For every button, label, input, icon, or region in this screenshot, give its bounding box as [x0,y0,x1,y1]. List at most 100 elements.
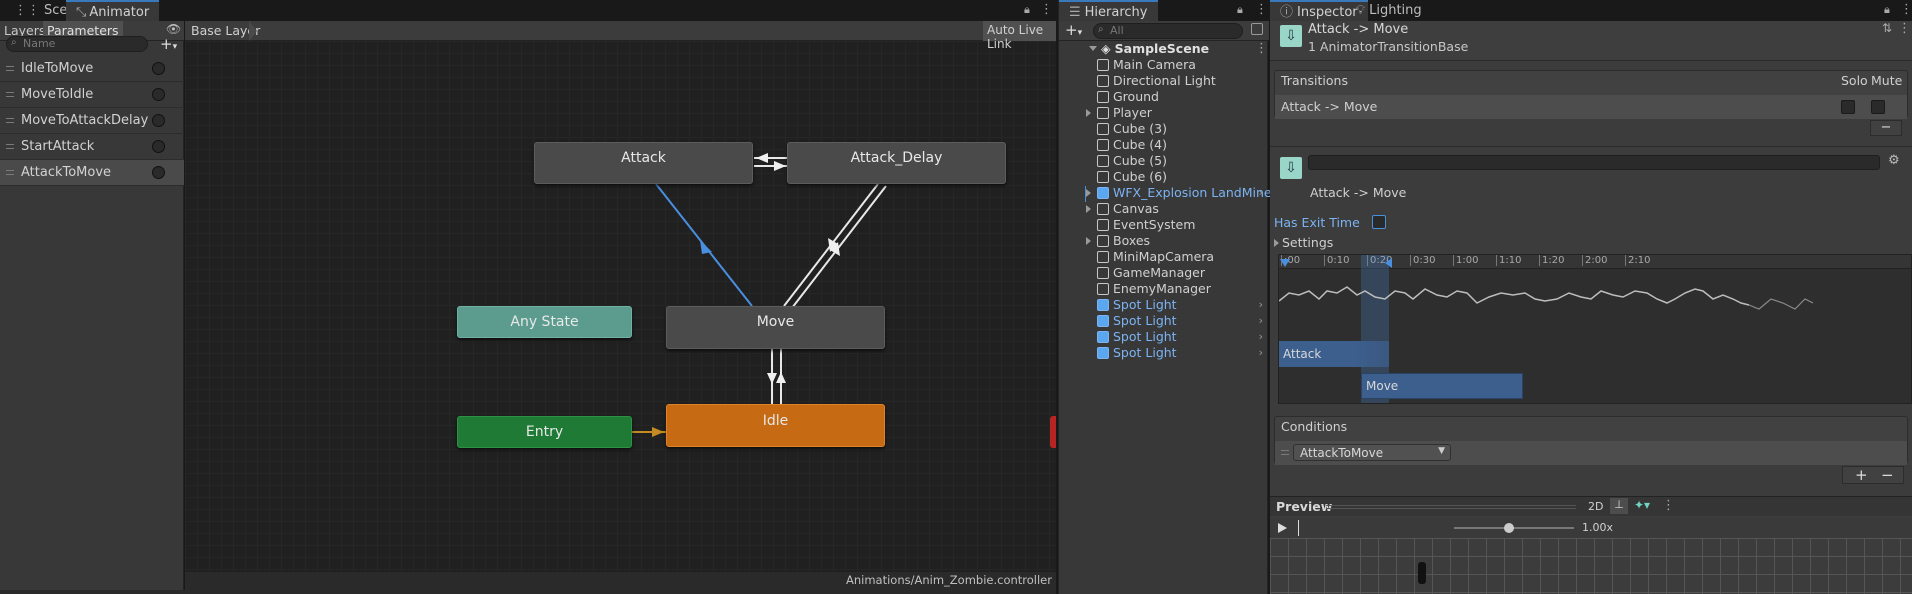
gameobject-icon [1097,91,1109,103]
hierarchy-item-label: Spot Light [1113,297,1177,312]
create-button[interactable]: +▾ [1065,21,1082,39]
transition-start-marker[interactable] [1385,258,1392,268]
conditions-list: Conditions AttackToMove ▼ [1274,416,1908,465]
hierarchy-item[interactable]: Player [1086,105,1269,121]
prefab-icon [1097,315,1109,327]
hierarchy-item[interactable]: Ground [1097,89,1269,105]
timeline-start-marker[interactable] [1280,259,1290,267]
hierarchy-search-input[interactable]: ⌕ All [1093,23,1243,39]
transition-attack-delay-to-move[interactable] [791,185,887,309]
speed-slider[interactable] [1454,523,1574,533]
remove-condition-button[interactable]: − [1881,466,1894,484]
condition-parameter-dropdown[interactable]: AttackToMove ▼ [1293,444,1451,461]
hierarchy-item-label: Boxes [1113,233,1151,248]
hierarchy-item-label: WFX_Explosion LandMine [1113,185,1272,200]
hierarchy-item[interactable]: Spot Light › [1097,345,1269,361]
gameobject-icon [1097,155,1109,167]
hierarchy-item[interactable]: Spot Light › [1097,313,1269,329]
arrow-icon [776,372,786,383]
timeline-tick-label: 0:30 [1410,255,1435,266]
scene-more-icon[interactable]: ⋮ [1255,41,1268,56]
hierarchy-item[interactable]: Cube (5) [1097,153,1269,169]
gameobject-icon [1097,123,1109,135]
hierarchy-item[interactable]: GameManager [1097,265,1269,281]
more-menu-icon[interactable]: ⋮ [1898,21,1911,36]
has-exit-time-checkbox[interactable] [1372,215,1386,229]
speed-slider-thumb[interactable] [1504,523,1514,533]
chevron-right-icon[interactable]: › [1259,185,1263,201]
preview-label: Preview [1276,499,1333,514]
expand-arrow-icon[interactable] [1086,205,1091,213]
hierarchy-item[interactable]: Cube (6) [1097,169,1269,185]
more-menu-icon[interactable]: ⋮ [1900,2,1912,17]
hierarchy-item[interactable]: MiniMapCamera [1097,249,1269,265]
hierarchy-item[interactable]: Boxes [1086,233,1269,249]
info-icon: ⓘ [1280,5,1294,20]
hierarchy-item[interactable]: Cube (4) [1097,137,1269,153]
drag-handle-icon[interactable] [1281,450,1289,455]
hierarchy-item[interactable]: Spot Light › [1097,329,1269,345]
hierarchy-item[interactable]: WFX_Explosion LandMine › [1086,185,1272,201]
timeline-clip-attack[interactable]: Attack [1279,341,1389,367]
transition-timeline[interactable]: :00 0:10 0:20 0:30 1:00 1:10 1:20 2:00 2:10 Atta… [1278,254,1912,404]
state-idle[interactable]: Idle [666,404,885,447]
search-options-icon[interactable] [1251,23,1263,35]
mute-checkbox[interactable] [1871,100,1885,114]
hierarchy-item[interactable]: Main Camera [1097,57,1269,73]
hierarchy-item[interactable]: Spot Light › [1097,297,1269,313]
preview-drag-handle[interactable] [1326,505,1576,509]
chevron-right-icon[interactable]: › [1259,297,1263,313]
tab-lighting[interactable]: 💡︎ Lighting [1346,0,1432,21]
pivot-icon[interactable]: ⊥ [1610,498,1628,514]
transition-details-header: ⇩ ⚙ Attack -> Move [1270,146,1912,204]
state-move[interactable]: Move [666,306,885,349]
hierarchy-item[interactable]: Cube (3) [1097,121,1269,137]
state-attack[interactable]: Attack [534,142,753,184]
hierarchy-item[interactable]: EnemyManager [1097,281,1269,297]
hierarchy-item-label: GameManager [1113,265,1206,280]
timeline-cursor[interactable] [1298,520,1299,536]
hierarchy-item[interactable]: Directional Light [1097,73,1269,89]
hierarchy-item-label: Cube (4) [1113,137,1167,152]
chevron-right-icon[interactable]: › [1259,329,1263,345]
expand-arrow-icon[interactable] [1089,46,1097,51]
scene-row[interactable]: ◈ SampleScene [1089,41,1209,57]
expand-arrow-icon[interactable] [1086,237,1091,245]
arrow-icon [774,161,786,171]
state-exit-partial[interactable] [1050,416,1056,448]
settings-foldout[interactable]: Settings [1274,235,1333,250]
transition-name-input[interactable] [1308,155,1880,170]
more-menu-icon[interactable]: ⋮ [1662,498,1675,513]
lock-icon[interactable]: 🔒︎ [1884,3,1890,17]
timeline-clip-move[interactable]: Move [1361,373,1523,399]
state-entry[interactable]: Entry [457,416,632,448]
tab-hierarchy[interactable]: ☰ Hierarchy [1059,0,1158,21]
gear-icon[interactable]: ⚙ [1888,153,1900,168]
expand-arrow-icon[interactable] [1086,189,1091,197]
expand-arrow-icon[interactable] [1086,109,1091,117]
state-attack-delay[interactable]: Attack_Delay [787,142,1006,184]
more-menu-icon[interactable]: ⋮ [1255,2,1268,17]
state-any-state[interactable]: Any State [457,306,632,338]
lock-icon[interactable]: 🔒︎ [1237,3,1243,17]
preview-viewport[interactable] [1270,538,1912,594]
horizontal-scrollbar[interactable] [0,590,1056,594]
transition-row[interactable]: Attack -> Move [1275,95,1907,119]
preview-2d-button[interactable]: 2D [1588,500,1603,513]
preview-controls: 1.00x [1270,518,1912,538]
add-condition-button[interactable]: + [1855,466,1868,484]
avatar-icon[interactable]: ✦▾ [1634,498,1650,512]
hierarchy-item-label: Cube (3) [1113,121,1167,136]
hierarchy-item-label: Cube (5) [1113,153,1167,168]
inspector-subtitle: 1 AnimatorTransitionBase [1308,39,1469,54]
unity-scene-icon: ◈ [1101,41,1111,56]
chevron-right-icon[interactable]: › [1259,313,1263,329]
chevron-right-icon[interactable]: › [1259,345,1263,361]
hierarchy-item[interactable]: EventSystem [1097,217,1269,233]
remove-transition-button[interactable]: − [1870,120,1902,136]
solo-checkbox[interactable] [1841,100,1855,114]
gameobject-icon [1097,59,1109,71]
settings-sliders-icon[interactable]: ⇅ [1882,21,1892,35]
hierarchy-item[interactable]: Canvas [1086,201,1269,217]
play-icon[interactable] [1278,523,1287,533]
